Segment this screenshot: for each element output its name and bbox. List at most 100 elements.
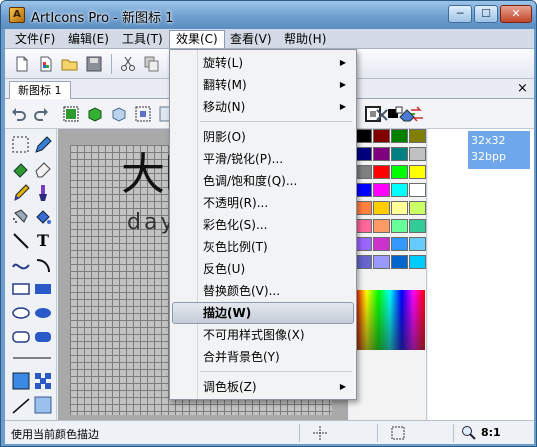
color-swatch[interactable]: [409, 165, 426, 179]
color-swatch[interactable]: [373, 129, 390, 143]
effects-menu-item[interactable]: 旋转(L) ▶: [172, 52, 354, 74]
marquee-select-icon[interactable]: [11, 135, 31, 155]
color-swatch[interactable]: [373, 255, 390, 269]
menu-file[interactable]: 文件(F): [9, 30, 61, 48]
effects-menu-item[interactable]: 灰色比例(T): [172, 236, 354, 258]
fill-green-icon[interactable]: [11, 159, 31, 179]
gradient-icon[interactable]: [33, 395, 53, 415]
zoom-icon: [462, 426, 476, 440]
effects-menu-item[interactable]: 替换颜色(V)...: [172, 280, 354, 302]
title-bar[interactable]: A ArtIcons Pro - 新图标 1 ─ ☐ ✕: [1, 1, 536, 29]
color-swatch[interactable]: [391, 165, 408, 179]
color-swatch-blue-icon[interactable]: [11, 371, 31, 391]
effects-menu-item[interactable]: 不透明(R)...: [172, 192, 354, 214]
effects-menu-item[interactable]: 平滑/锐化(P)...: [172, 148, 354, 170]
color-swatch[interactable]: [391, 129, 408, 143]
color-swatch[interactable]: [409, 147, 426, 161]
color-swatch[interactable]: [409, 219, 426, 233]
color-swatch[interactable]: [373, 147, 390, 161]
transparency-icon[interactable]: [33, 371, 53, 391]
menu-effects[interactable]: 效果(C): [169, 30, 225, 48]
effects-menu-item-label: 替换颜色(V)...: [203, 284, 281, 298]
eraser-icon[interactable]: [33, 159, 53, 179]
effects-menu-item[interactable]: 合并背景色(Y): [172, 346, 354, 368]
cube-blue-icon[interactable]: [111, 106, 127, 122]
text-tool-icon[interactable]: T: [33, 231, 53, 251]
filled-rounded-rect-icon[interactable]: [33, 327, 53, 347]
color-swatch[interactable]: [355, 165, 372, 179]
color-swatch[interactable]: [391, 147, 408, 161]
color-swatch[interactable]: [355, 219, 372, 233]
tab-new-icon-1[interactable]: 新图标 1: [9, 81, 71, 99]
filled-ellipse-icon[interactable]: [33, 303, 53, 323]
maximize-button[interactable]: ☐: [474, 5, 498, 23]
color-swatch[interactable]: [355, 255, 372, 269]
new-project-icon[interactable]: [37, 55, 55, 73]
undo-icon[interactable]: [11, 106, 27, 122]
effects-menu-item[interactable]: 调色板(Z) ▶: [172, 376, 354, 398]
redo-icon[interactable]: [33, 106, 49, 122]
close-button[interactable]: ✕: [500, 5, 532, 23]
color-swatch[interactable]: [373, 201, 390, 215]
bucket-icon[interactable]: [33, 207, 53, 227]
line-width-selector[interactable]: [11, 353, 53, 363]
menu-tools[interactable]: 工具(T): [116, 30, 169, 48]
color-swatch[interactable]: [373, 237, 390, 251]
color-swatch[interactable]: [409, 255, 426, 269]
copy-icon[interactable]: [143, 55, 161, 73]
line-tool-icon[interactable]: [11, 231, 31, 251]
color-swatch[interactable]: [373, 165, 390, 179]
color-swatch[interactable]: [391, 201, 408, 215]
spray-icon[interactable]: [11, 207, 31, 227]
color-swatch[interactable]: [373, 183, 390, 197]
cut-icon[interactable]: [119, 55, 137, 73]
open-folder-icon[interactable]: [61, 55, 79, 73]
save-icon[interactable]: [85, 55, 103, 73]
rectangle-icon[interactable]: [11, 279, 31, 299]
effects-menu-item[interactable]: 移动(N) ▶: [172, 96, 354, 118]
color-swatch[interactable]: [409, 129, 426, 143]
delete-x-icon[interactable]: [375, 108, 389, 122]
new-file-icon[interactable]: [13, 55, 31, 73]
menu-separator: [200, 371, 352, 372]
minimize-button[interactable]: ─: [448, 5, 472, 23]
effects-menu-item[interactable]: 翻转(M) ▶: [172, 74, 354, 96]
color-swatch[interactable]: [355, 237, 372, 251]
pen-tool-icon[interactable]: [33, 135, 53, 155]
color-swatch[interactable]: [355, 183, 372, 197]
color-swatch[interactable]: [355, 129, 372, 143]
color-swatch[interactable]: [409, 237, 426, 251]
diagonal-line-icon[interactable]: [11, 395, 31, 415]
filled-rectangle-icon[interactable]: [33, 279, 53, 299]
effects-menu-item[interactable]: 彩色化(S)...: [172, 214, 354, 236]
color-swatch[interactable]: [409, 183, 426, 197]
effects-menu-item[interactable]: 色调/饱和度(Q)...: [172, 170, 354, 192]
menu-help[interactable]: 帮助(H): [278, 30, 332, 48]
arc-tool-icon[interactable]: [33, 255, 53, 275]
effects-menu-item[interactable]: 反色(U): [172, 258, 354, 280]
color-swatch[interactable]: [391, 219, 408, 233]
rounded-rect-icon[interactable]: [11, 327, 31, 347]
menu-view[interactable]: 查看(V): [224, 30, 278, 48]
cube-green-icon[interactable]: [87, 106, 103, 122]
effects-menu-item[interactable]: 阴影(O): [172, 126, 354, 148]
effects-menu-item[interactable]: 不可用样式图像(X): [172, 324, 354, 346]
format-item-selected[interactable]: 32x32 32bpp: [468, 131, 530, 169]
color-swatch[interactable]: [373, 219, 390, 233]
eraser-toolbar-icon[interactable]: [399, 108, 415, 122]
select-frame-icon[interactable]: [135, 106, 151, 122]
brush-icon[interactable]: [33, 183, 53, 203]
color-swatch[interactable]: [391, 183, 408, 197]
menu-edit[interactable]: 编辑(E): [62, 30, 115, 48]
color-swatch[interactable]: [355, 147, 372, 161]
color-swatch[interactable]: [355, 201, 372, 215]
curve-tool-icon[interactable]: [11, 255, 31, 275]
color-swatch[interactable]: [409, 201, 426, 215]
effects-menu-item[interactable]: 描边(W): [172, 302, 354, 324]
pencil-icon[interactable]: [11, 183, 31, 203]
ellipse-icon[interactable]: [11, 303, 31, 323]
layer-green-icon[interactable]: [63, 106, 79, 122]
color-swatch[interactable]: [391, 255, 408, 269]
color-swatch[interactable]: [391, 237, 408, 251]
tab-close-icon[interactable]: ×: [517, 81, 528, 96]
